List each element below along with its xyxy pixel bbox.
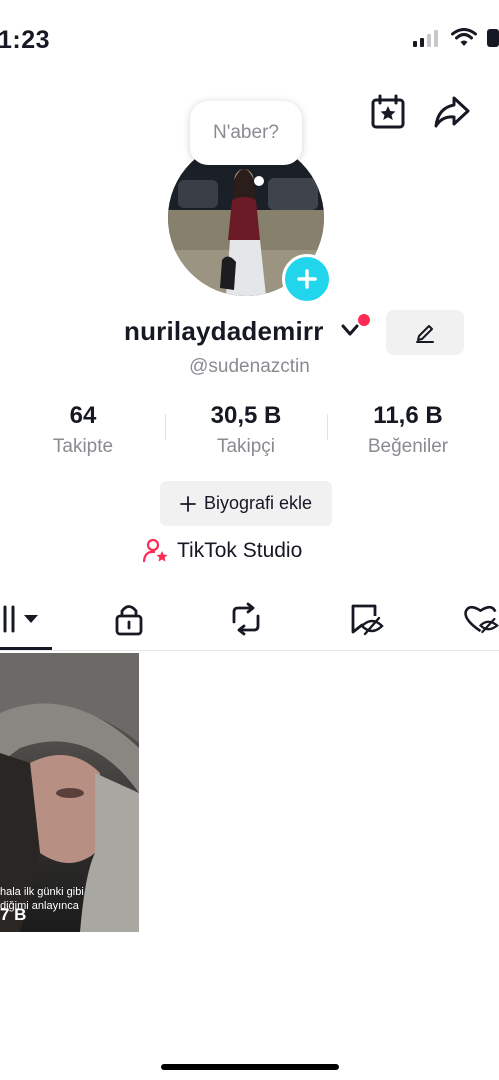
tab-videos[interactable] [2,601,42,637]
calendar-star-button[interactable] [368,92,408,132]
stat-label: Takipte [52,436,114,457]
stat-value: 64 [69,402,97,429]
user-handle: @sudenazctin [189,356,310,377]
stat-value: 11,6 B [373,402,443,429]
tiktok-studio-label: TikTok Studio [177,539,303,562]
add-bio-button[interactable]: Biyografi ekle [160,481,332,526]
wifi-icon [451,28,477,46]
grid-icon [3,605,38,633]
video-view-count: 7 B [0,905,27,924]
note-tail [254,176,264,186]
stat-label: Beğeniler [367,436,449,457]
tiktok-studio-link[interactable]: TikTok Studio [143,538,302,564]
note-bubble[interactable]: N'aber? [190,101,302,165]
signal-icon [413,30,438,47]
add-photo-button[interactable] [282,254,332,304]
tab-reposts[interactable] [226,601,266,637]
share-icon [434,96,470,128]
tab-favorites[interactable] [346,601,386,637]
status-icons [413,28,499,48]
chevron-down-icon[interactable] [340,322,360,338]
video-views: 7 B [0,905,26,925]
pencil-icon [416,324,434,343]
stat-following[interactable]: 64 Takipte [3,402,163,458]
heart-hidden-icon [464,605,499,634]
lock-icon [115,605,143,636]
edit-profile-button[interactable] [386,310,464,355]
status-time: 1:23 [0,26,51,54]
tab-private[interactable] [109,601,149,637]
calendar-star-icon [371,94,405,129]
plus-icon [180,495,196,512]
repost-icon [232,602,260,636]
share-button[interactable] [432,92,472,132]
stat-label: Takipçi [216,436,276,457]
stat-likes[interactable]: 11,6 B Beğeniler [328,402,488,458]
tab-liked[interactable] [462,601,499,637]
battery-icon [487,29,499,47]
tab-divider [0,650,499,651]
plus-icon [297,269,317,289]
video-caption-line: hala ilk günki gibi [0,886,84,898]
stat-followers[interactable]: 30,5 B Takipçi [166,402,326,458]
stat-value: 30,5 B [210,402,282,429]
add-bio-label: Biyografi ekle [203,493,313,513]
creator-star-icon [143,538,168,563]
username[interactable]: nurilaydademirr [124,316,324,347]
home-indicator[interactable] [161,1064,339,1070]
bookmark-hidden-icon [351,604,384,636]
notification-dot [358,314,370,326]
